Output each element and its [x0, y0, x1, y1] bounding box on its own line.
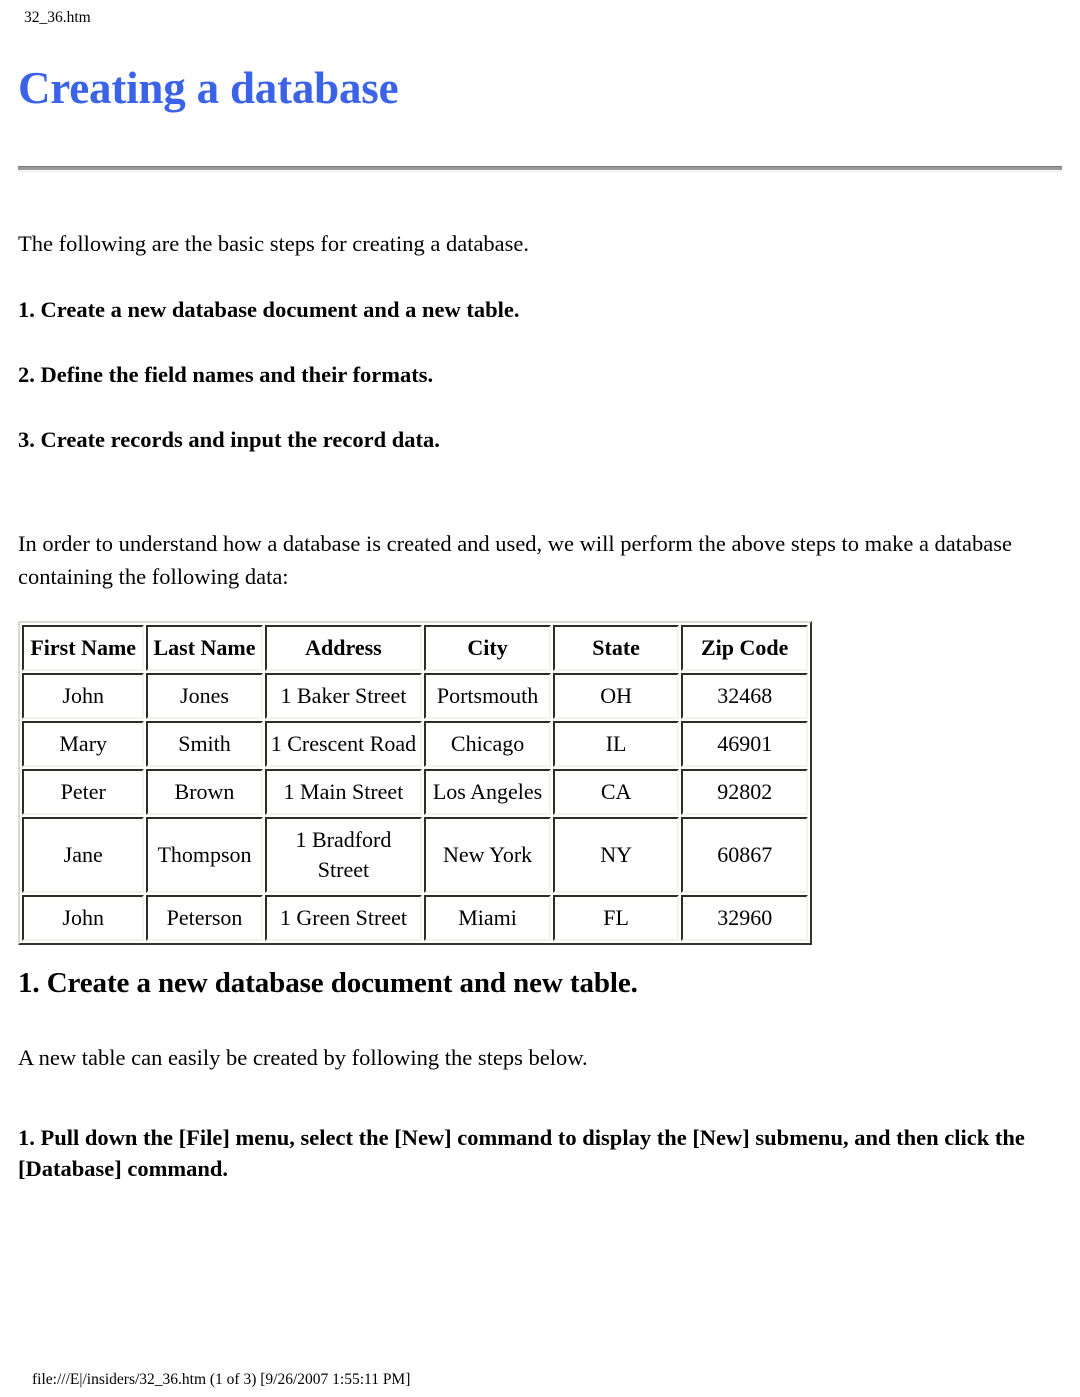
- cell-address: 1 Baker Street: [264, 673, 423, 719]
- table-row: Mary Smith 1 Crescent Road Chicago IL 46…: [22, 721, 808, 767]
- cell-address: 1 Bradford Street: [264, 817, 423, 893]
- section-paragraph: A new table can easily be created by fol…: [18, 1045, 588, 1070]
- section-heading: 1. Create a new database document and ne…: [18, 967, 638, 999]
- column-header-address: Address: [264, 625, 423, 671]
- document-content: Creating a database The following are th…: [18, 60, 1062, 1184]
- cell-city: Los Angeles: [424, 769, 551, 815]
- document-page: 32_36.htm Creating a database The follow…: [0, 0, 1080, 1397]
- page-title: Creating a database: [18, 63, 399, 113]
- cell-last-name: Thompson: [146, 817, 263, 893]
- sample-data-table: First Name Last Name Address City State …: [18, 621, 812, 945]
- cell-zip-code: 46901: [681, 721, 808, 767]
- column-header-last-name: Last Name: [146, 625, 263, 671]
- intro-paragraph: The following are the basic steps for cr…: [18, 231, 530, 256]
- cell-last-name: Peterson: [146, 895, 263, 941]
- cell-address: 1 Crescent Road: [264, 721, 423, 767]
- step-item-2: 2. Define the field names and their form…: [18, 362, 434, 387]
- explanation-paragraph: In order to understand how a database is…: [18, 531, 1013, 589]
- cell-zip-code: 60867: [681, 817, 808, 893]
- cell-first-name: John: [22, 673, 145, 719]
- column-header-city: City: [424, 625, 551, 671]
- cell-city: New York: [424, 817, 551, 893]
- footer-path: file:///E|/insiders/32_36.htm (1 of 3) […: [32, 1371, 411, 1388]
- cell-first-name: Mary: [22, 721, 145, 767]
- step-item-3: 3. Create records and input the record d…: [18, 427, 440, 452]
- cell-city: Miami: [424, 895, 551, 941]
- cell-first-name: Peter: [22, 769, 145, 815]
- column-header-first-name: First Name: [22, 625, 145, 671]
- cell-zip-code: 32468: [681, 673, 808, 719]
- cell-state: NY: [552, 817, 680, 893]
- cell-last-name: Smith: [146, 721, 263, 767]
- table-row: John Peterson 1 Green Street Miami FL 32…: [22, 895, 808, 941]
- cell-zip-code: 92802: [681, 769, 808, 815]
- file-name-label: 32_36.htm: [24, 9, 91, 26]
- cell-address: 1 Green Street: [264, 895, 423, 941]
- cell-state: OH: [552, 673, 680, 719]
- cell-first-name: Jane: [22, 817, 145, 893]
- cell-last-name: Jones: [146, 673, 263, 719]
- cell-state: FL: [552, 895, 680, 941]
- table-row: Peter Brown 1 Main Street Los Angeles CA…: [22, 769, 808, 815]
- column-header-zip-code: Zip Code: [681, 625, 808, 671]
- cell-city: Chicago: [424, 721, 551, 767]
- cell-zip-code: 32960: [681, 895, 808, 941]
- cell-last-name: Brown: [146, 769, 263, 815]
- instruction-paragraph: 1. Pull down the [File] menu, select the…: [18, 1125, 1025, 1181]
- step-item-1: 1. Create a new database document and a …: [18, 297, 520, 322]
- table-row: John Jones 1 Baker Street Portsmouth OH …: [22, 673, 808, 719]
- table-header-row: First Name Last Name Address City State …: [22, 625, 808, 671]
- cell-address: 1 Main Street: [264, 769, 423, 815]
- column-header-state: State: [552, 625, 680, 671]
- cell-city: Portsmouth: [424, 673, 551, 719]
- cell-state: IL: [552, 721, 680, 767]
- cell-state: CA: [552, 769, 680, 815]
- table-row: Jane Thompson 1 Bradford Street New York…: [22, 817, 808, 893]
- cell-first-name: John: [22, 895, 145, 941]
